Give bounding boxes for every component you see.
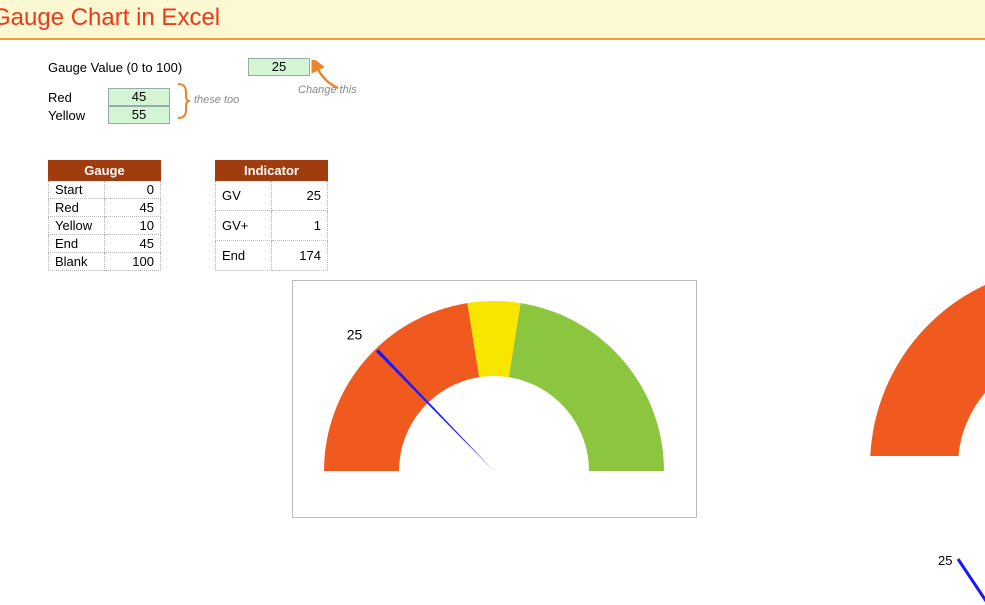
table-row: GV+1 [216, 211, 328, 241]
gauge-table-header: Gauge [49, 161, 161, 181]
partial-needle-icon [952, 555, 985, 605]
yellow-label: Yellow [48, 108, 108, 123]
red-label: Red [48, 90, 108, 105]
table-row: Red45 [49, 199, 161, 217]
indicator-table: Indicator GV25 GV+1 End174 [215, 160, 328, 271]
change-this-annotation: Change this [298, 84, 357, 96]
table-row: Blank100 [49, 253, 161, 271]
page-title: Gauge Chart in Excel [0, 4, 985, 32]
gauge-chart-svg: 25 [293, 281, 696, 517]
brace-icon [176, 82, 192, 120]
partial-needle-label: 25 [938, 553, 952, 568]
partial-gauge-svg [870, 256, 985, 456]
gauge-table: Gauge Start0 Red45 Yellow10 End45 Blank1… [48, 160, 161, 271]
red-value-input[interactable]: 45 [108, 88, 170, 106]
table-row: End45 [49, 235, 161, 253]
table-row: End174 [216, 241, 328, 271]
gauge-chart: 25 [292, 280, 697, 518]
table-row: Yellow10 [49, 217, 161, 235]
indicator-table-header: Indicator [216, 161, 328, 181]
svg-text:25: 25 [347, 327, 363, 343]
gauge-value-label: Gauge Value (0 to 100) [48, 60, 248, 75]
table-row: Start0 [49, 181, 161, 199]
gauge-value-input[interactable]: 25 [248, 58, 310, 76]
title-bar: Gauge Chart in Excel [0, 0, 985, 40]
table-row: GV25 [216, 181, 328, 211]
content-area: Gauge Value (0 to 100) 25 Change this Re… [0, 40, 985, 271]
partial-gauge [870, 256, 985, 456]
these-too-annotation: these too [194, 94, 239, 106]
yellow-value-input[interactable]: 55 [108, 106, 170, 124]
